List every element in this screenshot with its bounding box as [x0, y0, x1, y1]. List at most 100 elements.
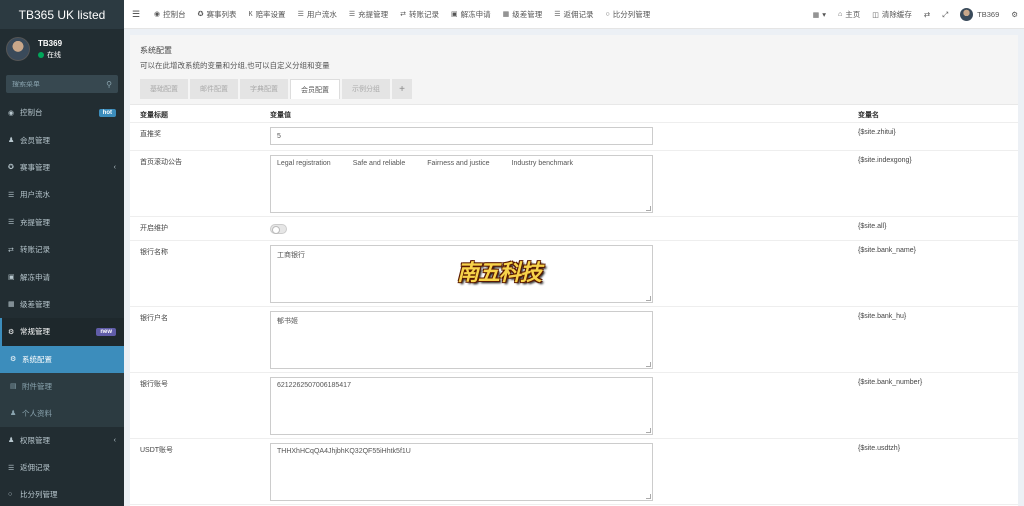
add-tab-button[interactable]: + — [392, 79, 412, 99]
tab-email[interactable]: 邮件配置 — [190, 79, 238, 99]
top-nav: ◉ 控制台 ✪ 赛事列表 К 赔率设置 ☰ 用户流水 ☰ 充提管理 ⇄ 转账记录 ▣ 解冻申请… — [148, 9, 656, 20]
row-title: 首页滚动公告 — [140, 159, 182, 166]
sidebar-item-dashboard[interactable]: ◉ 控制台 hot — [0, 99, 124, 126]
clear-cache-button[interactable]: ◫ 清除缓存 — [866, 9, 918, 20]
topnav-deposit-withdraw[interactable]: ☰ 充提管理 — [343, 9, 394, 20]
tab-example-group[interactable]: 示例分组 — [342, 79, 390, 99]
resize-grip-icon[interactable] — [646, 206, 651, 211]
table-row: 银行名称 工商银行 {$site.bank_name} — [130, 241, 1018, 307]
row-title: USDT账号 — [140, 447, 174, 454]
usdt-textarea[interactable]: THHXhHCqQA4JhjbhKQ32QF55iHhtk5f1U — [270, 443, 653, 501]
fullscreen-icon: ⤢ — [942, 9, 949, 19]
chevron-left-icon: ‹ — [113, 163, 116, 171]
sidebar-item-deposit-withdraw[interactable]: ☰ 充提管理 — [0, 209, 124, 236]
resize-grip-icon[interactable] — [646, 296, 651, 301]
home-icon: ⌂ — [838, 11, 843, 18]
gamepad-icon: ✪ — [8, 164, 14, 172]
topnav-transfers[interactable]: ⇄ 转账记录 — [394, 9, 445, 20]
sidebar-item-unfreeze[interactable]: ▣ 解冻申请 — [0, 263, 124, 290]
topnav-matches[interactable]: ✪ 赛事列表 — [192, 9, 243, 20]
menu-toggle-icon[interactable]: ☰ — [124, 9, 148, 20]
bank-number-textarea[interactable]: 6212262507006185417 — [270, 377, 653, 435]
tab-dictionary[interactable]: 字典配置 — [240, 79, 288, 99]
sidebar-item-permissions[interactable]: ♟ 权限管理 ‹ — [0, 427, 124, 454]
avatar — [6, 37, 30, 61]
translate-button[interactable]: ⇄ — [918, 10, 936, 19]
table-row: 银行户名 郁书姬 {$site.bank_hu} — [130, 307, 1018, 373]
page-title: 系统配置 — [140, 46, 172, 55]
announcement-textarea[interactable]: Legal registration Safe and reliable Fai… — [270, 155, 653, 213]
sidebar-item-user-flow[interactable]: ☰ 用户流水 — [0, 181, 124, 208]
translate-icon: ⇄ — [923, 10, 931, 19]
home-link[interactable]: ⌂ 主页 — [832, 9, 866, 20]
search-icon[interactable]: ⚲ — [106, 80, 112, 89]
sidebar-item-matches[interactable]: ✪ 赛事管理 ‹ — [0, 154, 124, 181]
list-icon: ☰ — [8, 464, 15, 472]
topnav-rebate[interactable]: ☰ 返佣记录 — [548, 9, 599, 20]
tab-member[interactable]: 会员配置 — [290, 79, 340, 99]
transfer-icon: ⇄ — [8, 246, 14, 254]
fullscreen-button[interactable]: ⤢ — [936, 10, 954, 20]
topbar-right: ▦ ▾ ⌂ 主页 ◫ 清除缓存 ⇄ ⤢ TB369 ⚙ — [807, 0, 1024, 29]
topnav-odds[interactable]: К 赔率设置 — [242, 9, 291, 20]
table-row: 直推奖 5 {$site.zhitui} — [130, 123, 1018, 151]
resize-grip-icon[interactable] — [646, 494, 651, 499]
user-icon: ♟ — [10, 410, 17, 418]
user-status-label: 在线 — [47, 51, 61, 59]
resize-grip-icon[interactable] — [646, 428, 651, 433]
topnav-dashboard[interactable]: ◉ 控制台 — [148, 9, 192, 20]
list-icon: ☰ — [554, 11, 561, 18]
page-description: 可以在此增改系统的变量和分组,也可以自定义分组和变量 — [140, 61, 330, 70]
row-variable-name: {$site.indexgong} — [858, 157, 912, 164]
circle-icon: ○ — [605, 10, 610, 18]
sidebar-item-rebate[interactable]: ☰ 返佣记录 — [0, 454, 124, 481]
column-header-name: 变量名 — [858, 111, 879, 119]
resize-grip-icon[interactable] — [646, 362, 651, 367]
gears-icon: ⚙ — [1011, 10, 1018, 19]
sidebar-item-members[interactable]: ♟ 会员管理 — [0, 126, 124, 153]
sidebar-item-transfers[interactable]: ⇄ 转账记录 — [0, 236, 124, 263]
row-variable-name: {$site.all} — [858, 223, 887, 230]
panel-heading: 系统配置 可以在此增改系统的变量和分组,也可以自定义分组和变量 基础配置 邮件配… — [130, 35, 1018, 105]
sidebar-item-general[interactable]: ⚙ 常规管理 new — [0, 318, 124, 346]
app-logo[interactable]: TB365 UK listed — [0, 0, 124, 29]
zhitui-input[interactable]: 5 — [270, 127, 653, 145]
calendar-icon: ▦ — [8, 301, 15, 309]
sidebar-item-attachments[interactable]: ▤ 附件管理 — [0, 372, 124, 400]
column-header-title: 变量标题 — [140, 111, 168, 119]
user-menu[interactable]: TB369 — [954, 8, 1005, 21]
topnav-unfreeze[interactable]: ▣ 解冻申请 — [445, 9, 497, 20]
sidebar-item-system-config[interactable]: ⚙ 系统配置 — [0, 345, 124, 373]
settings-button[interactable]: ⚙ — [1005, 10, 1024, 19]
bank-holder-textarea[interactable]: 郁书姬 — [270, 311, 653, 369]
tab-basic[interactable]: 基础配置 — [140, 79, 188, 99]
chevron-left-icon: ‹ — [113, 436, 116, 444]
maintenance-toggle[interactable] — [270, 224, 287, 234]
sidebar-item-score[interactable]: ○ 比分列管理 — [0, 481, 124, 506]
caret-down-icon: ▾ — [822, 10, 826, 19]
row-variable-name: {$site.bank_number} — [858, 379, 923, 386]
user-name: TB369 — [38, 38, 63, 48]
sidebar-item-profile[interactable]: ♟ 个人资料 — [0, 399, 124, 427]
plus-icon: + — [399, 83, 405, 95]
topnav-user-flow[interactable]: ☰ 用户流水 — [292, 9, 343, 20]
hot-badge: hot — [98, 108, 116, 117]
topnav-score[interactable]: ○ 比分列管理 — [600, 9, 657, 20]
circle-icon: ○ — [8, 491, 13, 499]
list-icon: ☰ — [8, 219, 15, 227]
topbar: ☰ ◉ 控制台 ✪ 赛事列表 К 赔率设置 ☰ 用户流水 ☰ 充提管理 ⇄ 转账记录 ▣ 解冻… — [124, 0, 1024, 29]
sidebar-item-tier[interactable]: ▦ 级差管理 — [0, 291, 124, 318]
gamepad-icon: ✪ — [197, 11, 204, 18]
new-badge: new — [96, 327, 116, 336]
cogs-icon: ⚙ — [8, 328, 15, 336]
table-row: 银行账号 6212262507006185417 {$site.bank_num… — [130, 373, 1018, 439]
sidebar-search-input[interactable] — [12, 80, 92, 88]
list-icon: ☰ — [348, 11, 356, 18]
column-header-value: 变量值 — [270, 111, 291, 119]
grid-dropdown[interactable]: ▦ ▾ — [807, 10, 832, 19]
row-title: 开启维护 — [140, 225, 168, 232]
config-table: 变量标题 变量值 变量名 直推奖 5 {$site.zhitui} 首页滚动公告… — [130, 107, 1018, 505]
list-icon: ☰ — [297, 11, 304, 18]
row-variable-name: {$site.bank_hu} — [858, 313, 907, 320]
topnav-tier[interactable]: ▦ 级差管理 — [497, 9, 549, 20]
